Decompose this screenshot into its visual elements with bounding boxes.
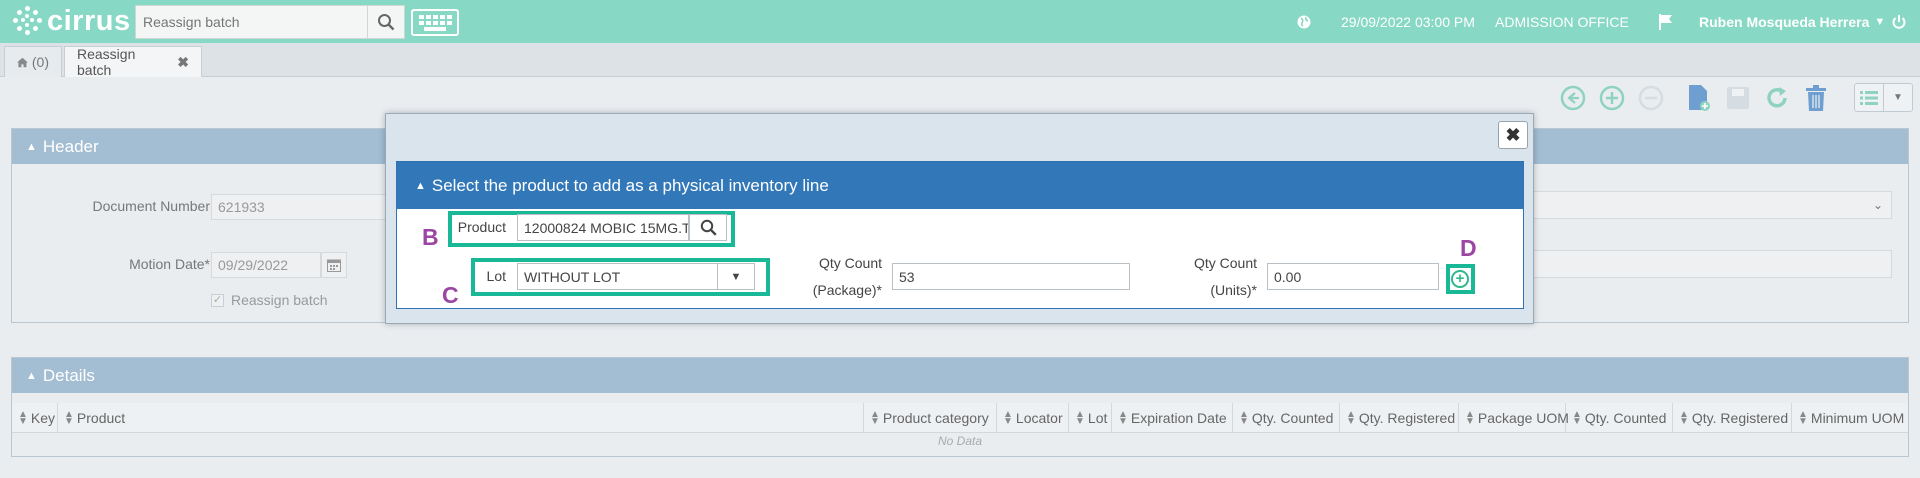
qty-units-input[interactable]: 0.00	[1267, 263, 1439, 290]
column-header[interactable]: ▲ ▼ Expiration Date	[1112, 403, 1233, 433]
annotation-c: C	[442, 282, 459, 308]
dialog-title: Select the product to add as a physical …	[431, 175, 829, 195]
new-document-icon[interactable]	[1685, 84, 1713, 112]
qty-units-label-line2: (Units)*	[1210, 282, 1257, 298]
logo[interactable]: cirrus	[13, 4, 131, 37]
cirrus-logo-icon	[13, 6, 43, 36]
save-icon[interactable]	[1724, 84, 1752, 112]
details-grid-header: ▲ ▼ Key ▲ ▼ Product ▲ ▼ Product category ▲ ▼ Loc…	[12, 403, 1908, 433]
power-icon[interactable]	[1891, 0, 1907, 43]
search-input[interactable]	[135, 5, 368, 39]
globe-icon[interactable]	[1296, 0, 1312, 43]
delete-icon[interactable]	[1802, 84, 1830, 112]
search-button[interactable]	[368, 5, 405, 39]
lot-label: Lot	[486, 268, 506, 284]
qty-units-label-line1: Qty Count	[1193, 255, 1257, 271]
close-tab-icon[interactable]: ✖	[177, 54, 189, 71]
annotation-b: B	[422, 224, 439, 250]
list-icon[interactable]	[1855, 84, 1884, 111]
header-select-field[interactable]: ⌄	[1532, 191, 1892, 219]
search-icon	[378, 14, 395, 31]
document-number-field: 621933	[211, 194, 391, 220]
column-header[interactable]: ▲ ▼ Key	[12, 403, 58, 433]
qty-package-label-line2: (Package)*	[812, 282, 882, 298]
details-panel-title-bar[interactable]: ▲ Details	[12, 358, 1908, 393]
reassign-batch-label: Reassign batch	[231, 292, 328, 308]
top-bar: cirrus 29/09/2022 03:00 PM ADMISSION OFF…	[0, 0, 1920, 43]
current-datetime: 29/09/2022 03:00 PM	[1341, 13, 1475, 30]
close-dialog-button[interactable]: ✖	[1498, 121, 1528, 149]
document-number-label: Document Number	[92, 198, 211, 214]
tab-home-count: (0)	[31, 54, 49, 70]
column-header[interactable]: ▲ ▼ Qty. Counted	[1566, 403, 1673, 433]
chevron-down-icon: ⌄	[1872, 198, 1883, 212]
plus-icon: +	[1455, 270, 1465, 287]
logo-text: cirrus	[47, 4, 131, 37]
column-header[interactable]: ▲ ▼ Qty. Registered	[1340, 403, 1459, 433]
chevron-down-icon: ▼	[1874, 15, 1886, 28]
search-icon	[700, 219, 717, 236]
product-label: Product	[457, 219, 506, 235]
keyboard-icon[interactable]	[411, 9, 459, 36]
reassign-batch-checkbox[interactable]: ✓	[211, 293, 224, 307]
column-header[interactable]: ▲ ▼ Minimum UOM	[1792, 403, 1907, 433]
tab-reassign-batch[interactable]: Reassign batch ✖	[64, 46, 202, 78]
caret-down-icon: ▼	[730, 270, 742, 283]
office-label[interactable]: ADMISSION OFFICE	[1495, 0, 1629, 43]
annotation-d: D	[1460, 235, 1477, 261]
flag-icon[interactable]	[1657, 0, 1675, 43]
header-text-field[interactable]	[1532, 250, 1892, 278]
home-icon	[17, 57, 28, 67]
lot-select[interactable]: WITHOUT LOT	[517, 263, 718, 290]
column-header[interactable]: ▲ ▼ Qty. Counted	[1233, 403, 1340, 433]
dialog-title-bar[interactable]: ▲ Select the product to add as a physica…	[397, 162, 1523, 209]
no-data-message: No Data	[937, 434, 983, 448]
motion-date-field: 09/29/2022	[211, 252, 321, 278]
tab-home[interactable]: (0)	[4, 46, 62, 77]
refresh-icon[interactable]	[1763, 84, 1791, 112]
calendar-icon[interactable]	[321, 252, 347, 278]
panel-title: Details	[42, 365, 95, 385]
column-header[interactable]: ▲ ▼ Qty. Registered	[1673, 403, 1792, 433]
column-header[interactable]: ▲ ▼ Locator	[997, 403, 1069, 433]
user-name: Ruben Mosqueda Herrera	[1699, 13, 1870, 30]
product-field[interactable]: 12000824 MOBIC 15MG.TAB	[517, 214, 689, 241]
user-menu[interactable]: Ruben Mosqueda Herrera ▼	[1699, 0, 1885, 43]
tab-strip: (0) Reassign batch ✖	[0, 43, 1920, 78]
column-header[interactable]: ▲ ▼ Lot	[1069, 403, 1112, 433]
remove-line-icon[interactable]	[1637, 84, 1665, 112]
add-line-button[interactable]: +	[1451, 270, 1469, 288]
global-search	[135, 5, 405, 39]
view-mode-button[interactable]: ▼	[1854, 83, 1913, 112]
add-line-icon[interactable]	[1598, 84, 1626, 112]
record-toolbar	[1548, 80, 1830, 116]
column-header[interactable]: ▲ ▼ Package UOM	[1459, 403, 1569, 433]
qty-package-input[interactable]: 53	[892, 263, 1130, 290]
close-icon: ✖	[1505, 124, 1521, 145]
collapse-icon: ▲	[26, 369, 37, 382]
reassign-batch-checkbox-row[interactable]: ✓ Reassign batch	[211, 292, 328, 308]
column-header[interactable]: ▲ ▼ Product category	[864, 403, 997, 433]
lot-dropdown-button[interactable]: ▼	[718, 263, 755, 290]
motion-date-label: Motion Date*	[129, 256, 210, 272]
chevron-down-icon[interactable]: ▼	[1884, 84, 1912, 111]
collapse-icon: ▲	[415, 179, 426, 192]
qty-package-label-line1: Qty Count	[818, 255, 882, 271]
details-panel: ▲ Details ▲ ▼ Key ▲ ▼ Product ▲ ▼ Product cate…	[11, 357, 1909, 457]
product-search-button[interactable]	[689, 214, 727, 241]
panel-title: Header	[42, 136, 99, 156]
column-header[interactable]: ▲ ▼ Product	[58, 403, 864, 433]
back-icon[interactable]	[1559, 84, 1587, 112]
collapse-icon: ▲	[26, 140, 37, 153]
tab-label: Reassign batch	[77, 46, 136, 78]
